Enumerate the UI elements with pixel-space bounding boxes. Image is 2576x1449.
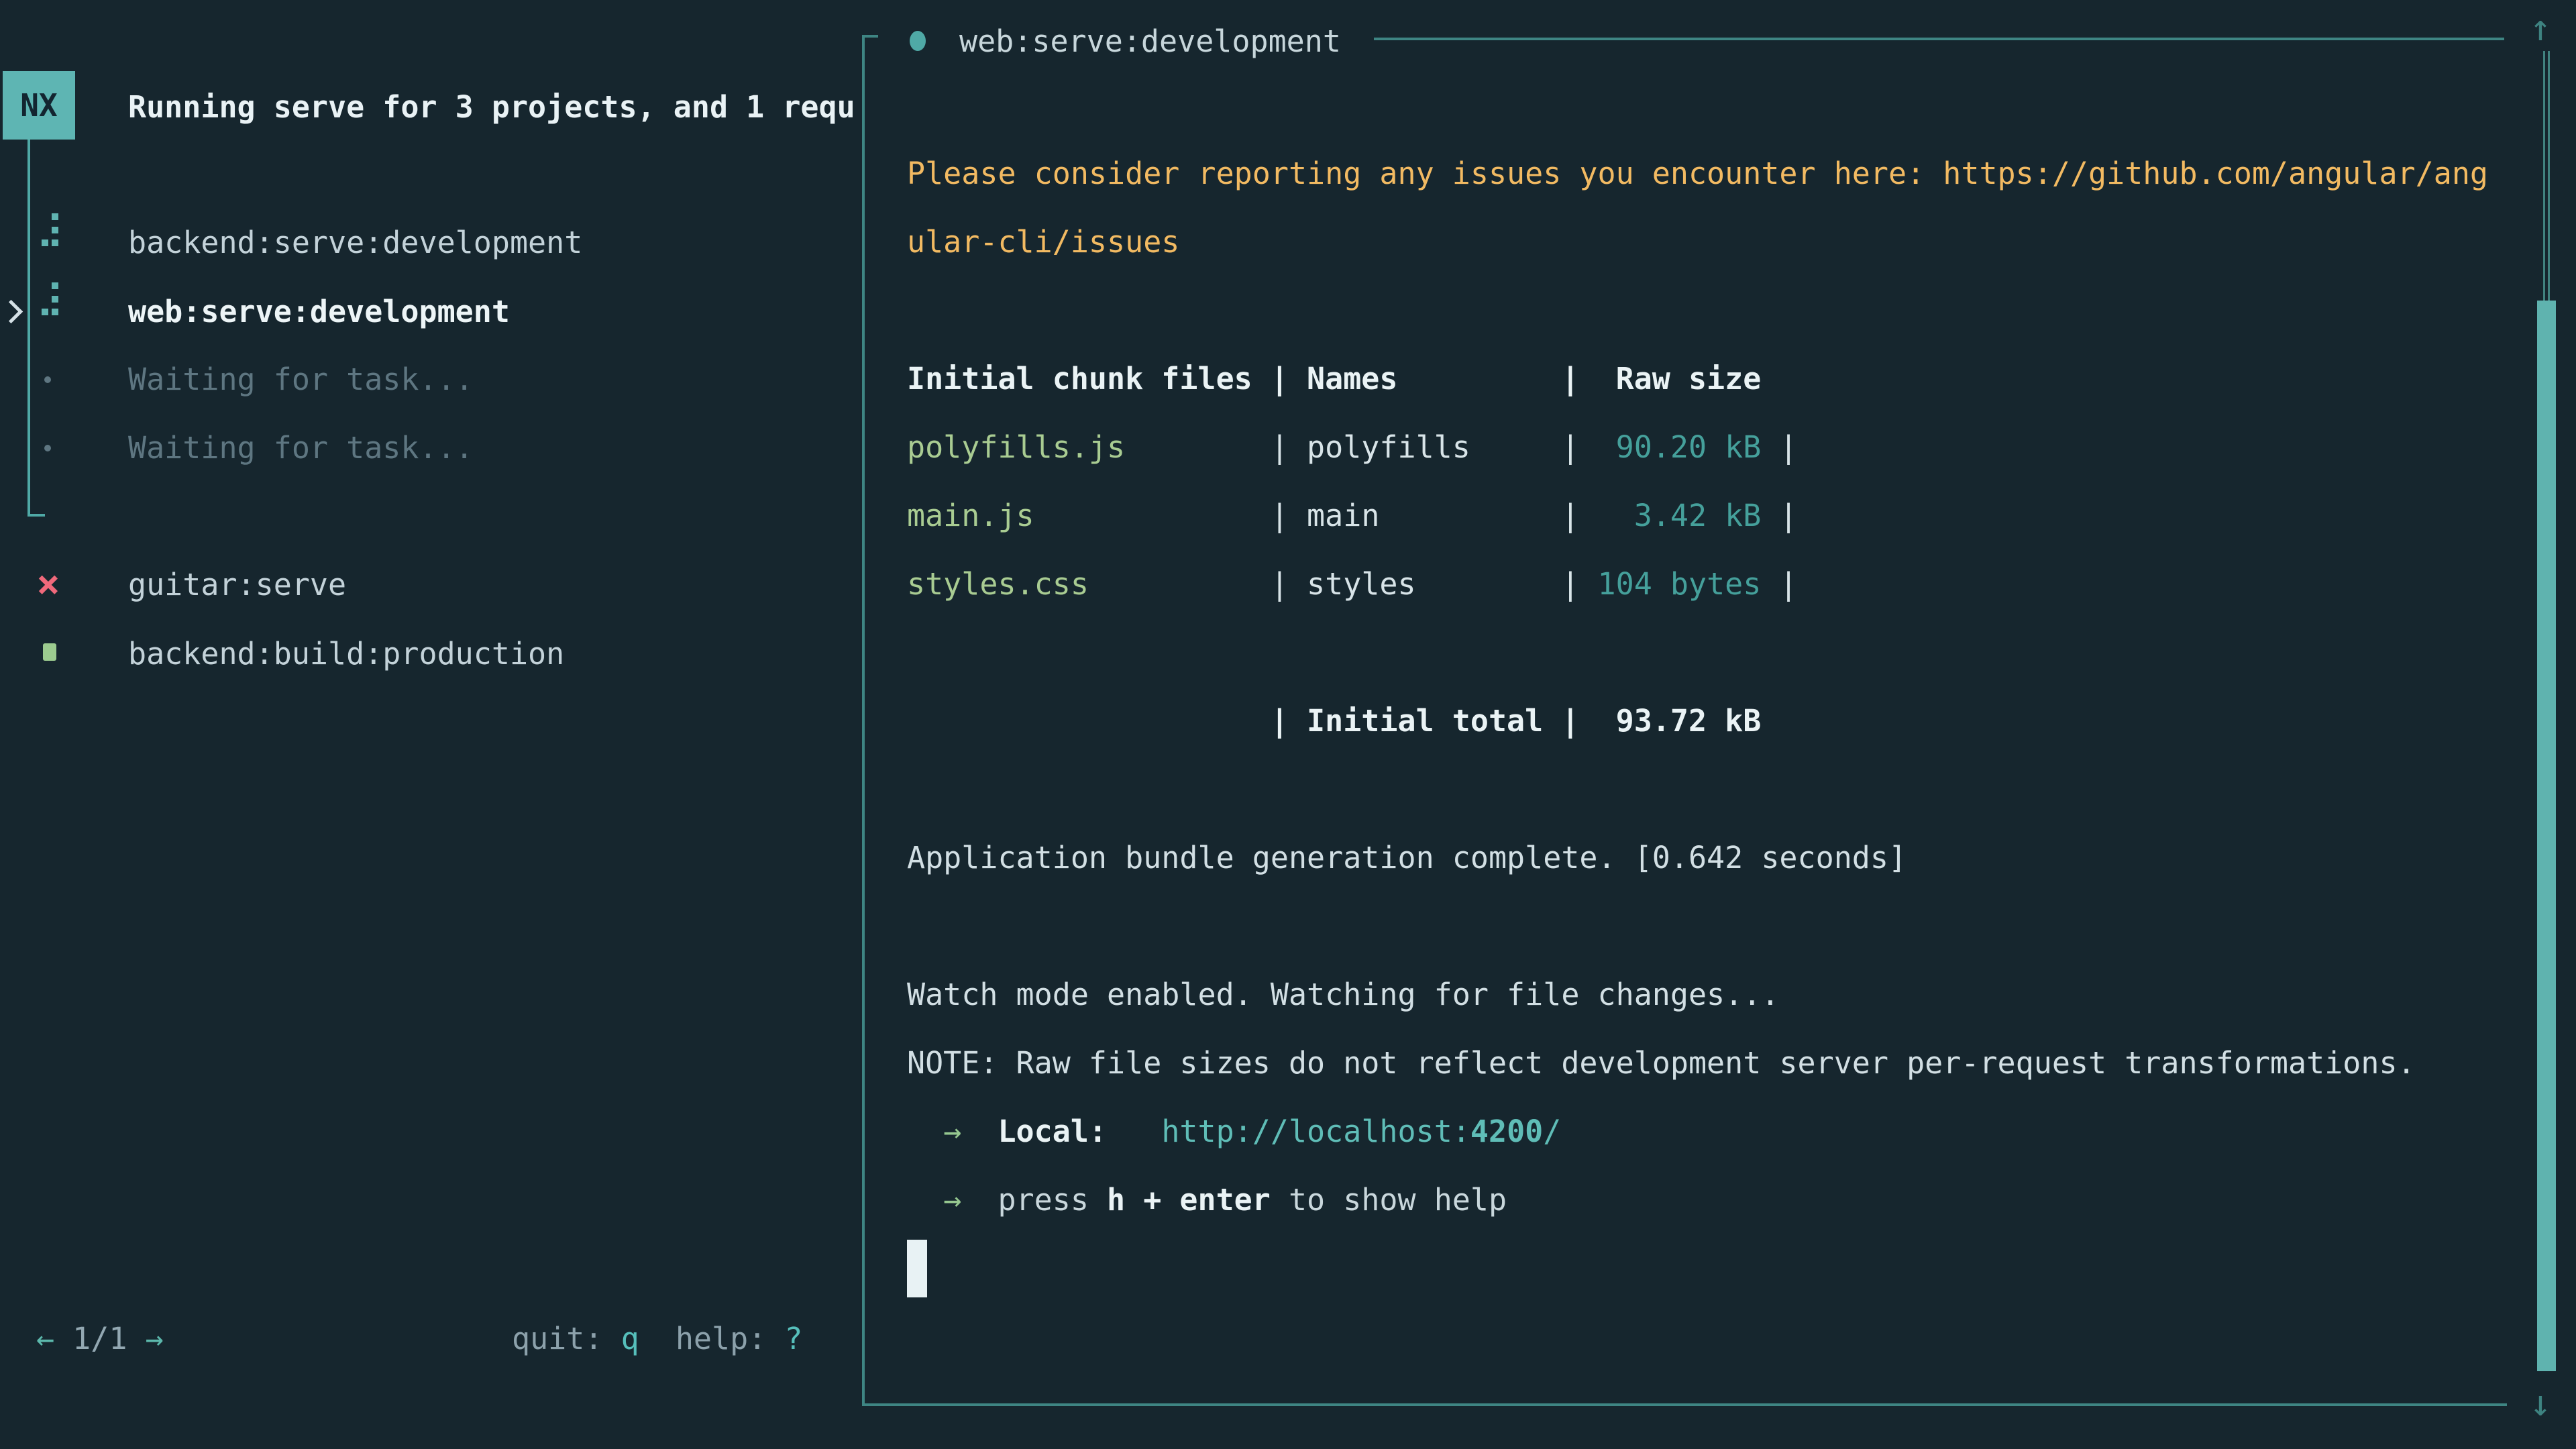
- quit-hint-label: quit:: [512, 1321, 621, 1356]
- spinner-icon: [42, 213, 59, 247]
- sidebar-item-waiting-2[interactable]: Waiting for task...: [128, 428, 474, 468]
- pagination: ← 1/1 →: [36, 1319, 164, 1359]
- table-row: polyfills.js | polyfills | 90.20 kB |: [907, 413, 2488, 482]
- chunk-size: 3.42 kB: [1579, 498, 1761, 533]
- table-header: Initial chunk files | Names | Raw size: [907, 345, 2488, 413]
- scroll-down-icon[interactable]: ↓: [2517, 1383, 2564, 1424]
- table-row: styles.css | styles | 104 bytes |: [907, 550, 2488, 619]
- chunk-name-cell: | polyfills |: [1125, 429, 1579, 465]
- quit-key: q: [621, 1321, 639, 1356]
- help-text-pre: press: [998, 1182, 1107, 1218]
- panel-top-corner: [862, 35, 878, 38]
- blank-line: [907, 276, 2488, 345]
- keyboard-hints: quit: q help: ?: [512, 1319, 803, 1359]
- waiting-dot-icon: [44, 376, 51, 383]
- scroll-up-icon[interactable]: ↑: [2517, 8, 2564, 48]
- panel-title-rule: [1374, 38, 2504, 40]
- task-success-icon: [43, 643, 56, 661]
- local-url-line: → Local: http://localhost:4200/: [907, 1097, 2488, 1166]
- task-group-line-foot: [28, 514, 45, 517]
- page-next-arrow[interactable]: →: [146, 1321, 164, 1356]
- local-label: Local:: [998, 1114, 1107, 1149]
- page-prev-arrow[interactable]: ←: [36, 1321, 54, 1356]
- cell-divider: |: [1761, 498, 1797, 533]
- task-sidebar: NX Running serve for 3 projects, and 1 r…: [0, 0, 862, 1449]
- blank-line: [907, 892, 2488, 961]
- chunk-file-name: polyfills.js: [907, 429, 1125, 465]
- cell-divider: |: [1761, 566, 1797, 602]
- panel-left-border: [862, 35, 865, 1406]
- blank-line: [907, 755, 2488, 824]
- notice-line: ular-cli/issues: [907, 208, 2488, 276]
- local-url-port[interactable]: 4200: [1470, 1114, 1543, 1149]
- scrollbar-thumb[interactable]: [2537, 301, 2556, 1371]
- help-hint-label: help:: [639, 1321, 785, 1356]
- gap: [1107, 1114, 1161, 1149]
- local-url[interactable]: http://localhost:: [1161, 1114, 1470, 1149]
- chunk-file-name: styles.css: [907, 566, 1089, 602]
- help-key: ?: [784, 1321, 802, 1356]
- help-keys: h + enter: [1107, 1182, 1271, 1218]
- table-row: main.js | main | 3.42 kB |: [907, 482, 2488, 550]
- page-indicator: 1/1: [54, 1321, 145, 1356]
- cell-divider: |: [1761, 429, 1797, 465]
- gap: [961, 1114, 998, 1149]
- nx-logo: NX: [3, 71, 75, 140]
- sidebar-item-backend-build[interactable]: backend:build:production: [128, 634, 564, 674]
- task-failed-icon: ×: [34, 564, 63, 604]
- panel-title: web:serve:development: [959, 21, 1341, 62]
- blank-line: [907, 619, 2488, 687]
- table-total-row: | Initial total | 93.72 kB: [907, 687, 2488, 755]
- sidebar-item-waiting-1[interactable]: Waiting for task...: [128, 360, 474, 400]
- bundle-complete-line: Application bundle generation complete. …: [907, 824, 2488, 892]
- notice-line: Please consider reporting any issues you…: [907, 140, 2488, 208]
- local-url-slash[interactable]: /: [1543, 1114, 1561, 1149]
- waiting-dot-icon: [44, 445, 51, 451]
- arrow-right-icon: →: [943, 1182, 961, 1218]
- chevron-right-icon: [0, 300, 23, 323]
- chunk-file-name: main.js: [907, 498, 1034, 533]
- indent: [907, 1182, 943, 1218]
- sidebar-item-guitar-serve[interactable]: guitar:serve: [128, 565, 346, 605]
- gap: [961, 1182, 998, 1218]
- title-dot-icon: [910, 31, 926, 51]
- chunk-size: 104 bytes: [1579, 566, 1761, 602]
- chunk-name-cell: | main |: [1034, 498, 1580, 533]
- task-group-line: [28, 140, 30, 517]
- spinner-icon: [42, 282, 59, 316]
- arrow-right-icon: →: [943, 1114, 961, 1149]
- chunk-name-cell: | styles |: [1089, 566, 1580, 602]
- panel-bottom-border: [862, 1403, 2507, 1406]
- page-title: Running serve for 3 projects, and 1 requ: [128, 87, 855, 127]
- nx-terminal-ui: NX Running serve for 3 projects, and 1 r…: [0, 0, 2576, 1449]
- terminal-output: Please consider reporting any issues you…: [907, 140, 2488, 1234]
- chunk-size: 90.20 kB: [1579, 429, 1761, 465]
- sidebar-item-web-serve[interactable]: web:serve:development: [128, 292, 510, 332]
- indent: [907, 1114, 943, 1149]
- help-hint-line: → press h + enter to show help: [907, 1166, 2488, 1234]
- sidebar-item-backend-serve[interactable]: backend:serve:development: [128, 223, 582, 263]
- help-text-post: to show help: [1271, 1182, 1507, 1218]
- cursor-block: [907, 1240, 927, 1297]
- watch-mode-line: Watch mode enabled. Watching for file ch…: [907, 961, 2488, 1029]
- note-line: NOTE: Raw file sizes do not reflect deve…: [907, 1029, 2488, 1097]
